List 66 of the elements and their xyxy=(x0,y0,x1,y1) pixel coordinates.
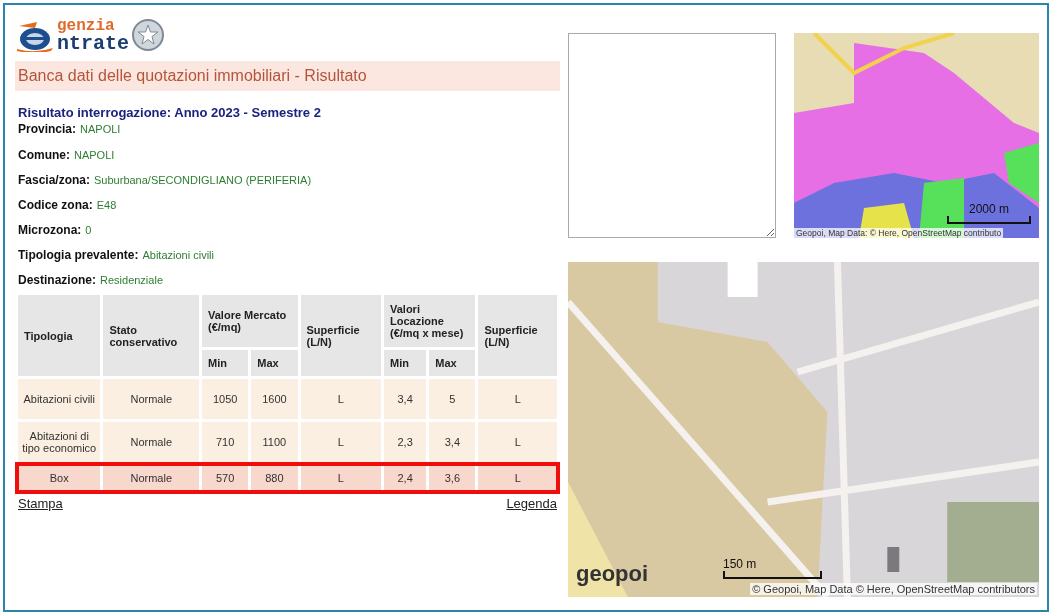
scale-bar-icon xyxy=(947,216,1031,224)
table-cell: 2,4 xyxy=(384,465,427,491)
field-label: Microzona: xyxy=(18,223,82,237)
column-header: Superficie (L/N) xyxy=(300,295,381,376)
table-cell: 3,6 xyxy=(429,465,476,491)
table-cell: 1100 xyxy=(251,422,298,462)
column-header: Superficie (L/N) xyxy=(478,295,557,376)
column-header: Tipologia xyxy=(18,295,101,376)
table-cell: 5 xyxy=(429,379,476,419)
field-label: Tipologia prevalente: xyxy=(18,248,139,262)
table-row[interactable]: Abitazioni di tipo economico Normale 710 1100 L 2,3 3,4 L xyxy=(18,422,557,462)
scale-label: 150 m xyxy=(723,557,757,571)
map-attribution: © Geopoi, Map Data © Here, OpenStreetMap contributors xyxy=(750,583,1037,595)
field-value: Suburbana/SECONDIGLIANO (PERIFERIA) xyxy=(94,173,312,186)
field-label: Codice zona: xyxy=(18,198,93,212)
column-header: Max xyxy=(429,350,476,376)
table-cell: 1600 xyxy=(251,379,298,419)
field-value: Residenziale xyxy=(100,273,163,286)
logo-text: genzia xyxy=(57,18,116,35)
highlighted-row[interactable]: Box Normale 570 880 L 2,4 3,6 L xyxy=(18,465,557,491)
text-area[interactable] xyxy=(568,33,776,238)
field-value: E48 xyxy=(96,198,117,211)
column-header: Min xyxy=(202,350,249,376)
table-cell: 3,4 xyxy=(384,379,427,419)
table-row[interactable]: Abitazioni civili Normale 1050 1600 L 3,4 5 L xyxy=(18,379,557,419)
field-value: Abitazioni civili xyxy=(142,248,214,261)
table-cell: 1050 xyxy=(202,379,249,419)
table-cell: Normale xyxy=(103,465,199,491)
column-header: Stato conservativo xyxy=(103,295,199,376)
page-title: Banca dati delle quotazioni immobiliari - Risultato xyxy=(15,61,560,91)
column-header: Min xyxy=(384,350,427,376)
table-cell: Abitazioni civili xyxy=(18,379,101,419)
field-label: Destinazione: xyxy=(18,273,96,287)
table-cell: 570 xyxy=(202,465,249,491)
table-cell: Normale xyxy=(103,379,199,419)
field-value: 0 xyxy=(85,223,92,236)
legend-link[interactable]: Legenda xyxy=(506,496,557,511)
table-cell: L xyxy=(300,422,381,462)
print-link[interactable]: Stampa xyxy=(18,496,63,511)
map-attribution: Geopoi, Map Data: © Here, OpenStreetMap contributo xyxy=(794,228,1004,238)
table-cell: Box xyxy=(18,465,101,491)
map-logo: geopoi xyxy=(576,561,649,587)
table-cell: 880 xyxy=(251,465,298,491)
result-title: Risultato interrogazione: Anno 2023 - Semestre 2 xyxy=(18,105,322,120)
field-value: NAPOLI xyxy=(80,122,121,135)
emblem-icon xyxy=(131,18,165,52)
table-cell: L xyxy=(300,379,381,419)
column-header: Valori Locazione (€/mq x mese) xyxy=(384,295,476,347)
field-label: Comune: xyxy=(18,148,70,162)
column-header: Valore Mercato (€/mq) xyxy=(202,295,298,347)
field-label: Fascia/zona: xyxy=(18,173,91,187)
table-cell: Normale xyxy=(103,422,199,462)
table-cell: L xyxy=(478,379,557,419)
table-cell: 710 xyxy=(202,422,249,462)
table-cell: L xyxy=(478,465,557,491)
table-cell: 3,4 xyxy=(429,422,476,462)
table-cell: L xyxy=(478,422,557,462)
field-label: Provincia: xyxy=(18,122,77,136)
table-cell: Abitazioni di tipo economico xyxy=(18,422,101,462)
field-value: NAPOLI xyxy=(74,148,115,161)
scale-label: 2000 m xyxy=(969,202,1009,216)
table-cell: L xyxy=(300,465,381,491)
scale-bar-icon xyxy=(723,571,822,579)
column-header: Max xyxy=(251,350,298,376)
table-cell: 2,3 xyxy=(384,422,427,462)
logo-text: ntrate xyxy=(57,35,129,52)
